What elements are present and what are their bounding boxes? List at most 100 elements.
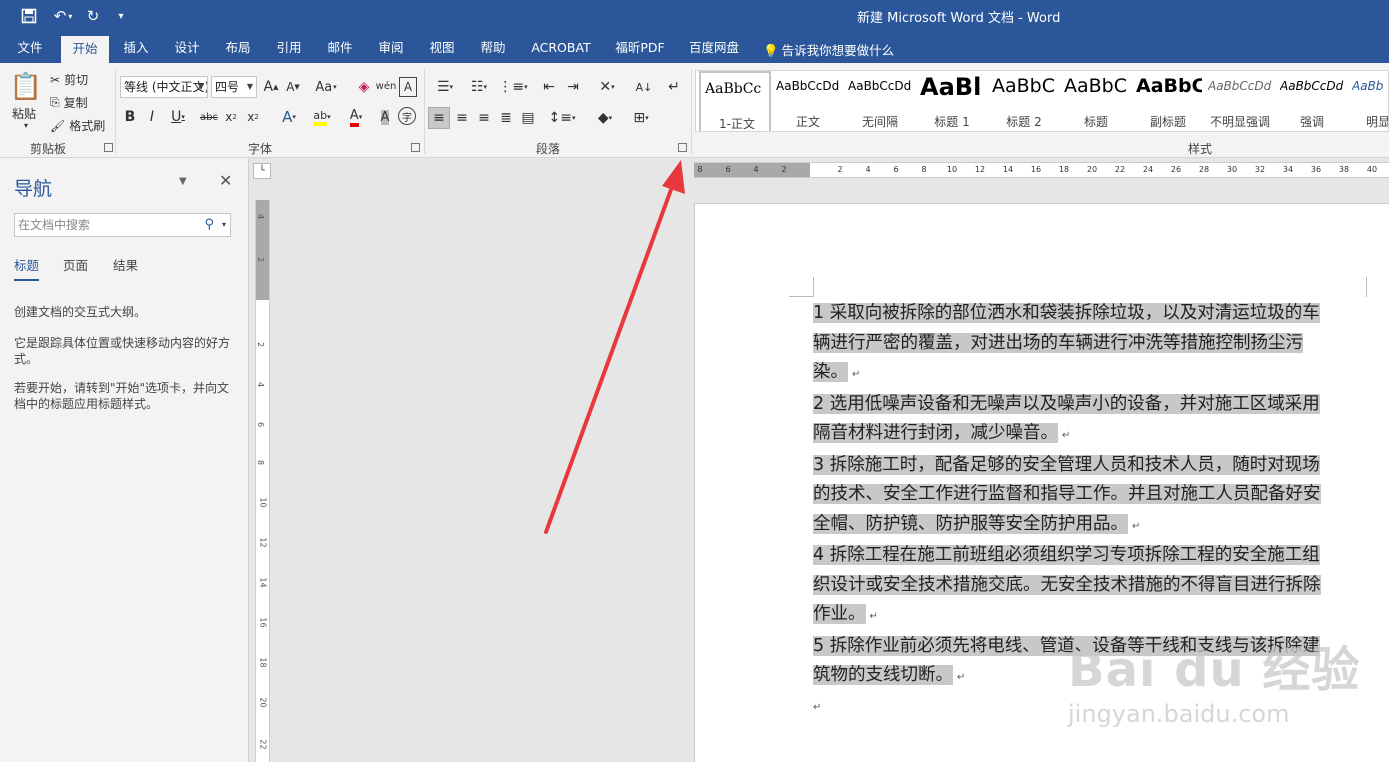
font-name-combo[interactable]: 等线 (中文正文) ▼ [120, 76, 208, 98]
change-case-icon[interactable]: Aa ▾ [312, 77, 340, 97]
tab-results[interactable]: 结果 [113, 255, 138, 274]
tab-mailings[interactable]: 邮件 [320, 33, 360, 63]
ribbon-home: 📋 粘贴 ▾ ✂ 剪切 ⎘ 复制 🖌 格式刷 剪贴板 等线 (中文正文) ▼ 四号 ▼ A… [0, 63, 1389, 158]
tab-acrobat[interactable]: ACROBAT [526, 33, 596, 63]
italic-icon[interactable]: I [144, 107, 160, 127]
redo-icon[interactable]: ↻ [83, 6, 103, 26]
align-left-icon[interactable]: ≡ [428, 107, 450, 129]
line-spacing-icon[interactable]: ↕≡ ▾ [547, 107, 577, 129]
ruler-tick: 18 [258, 657, 268, 668]
paste-button[interactable]: 粘贴 [12, 105, 36, 122]
text-line: 染。 [813, 362, 848, 382]
save-icon[interactable] [18, 6, 40, 26]
close-icon[interactable]: ✕ [219, 171, 232, 190]
style-no-spacing[interactable]: AaBbCcDd 无间隔 [844, 71, 916, 131]
shading-icon[interactable]: ◆ ▾ [590, 107, 620, 129]
distributed-icon[interactable]: ▤ [518, 107, 538, 129]
text-line: 4 拆除工程在施工前班组必须组织学习专项拆除工程的安全施工组 [813, 545, 1320, 565]
ruler-tick: 22 [1114, 165, 1126, 174]
strikethrough-icon[interactable]: abc [198, 107, 220, 127]
undo-icon[interactable]: ↶ ▾ [48, 6, 78, 26]
numbering-icon[interactable]: ☷ ▾ [464, 77, 494, 97]
chevron-down-icon[interactable]: ▾ [222, 214, 226, 236]
cut-button[interactable]: ✂ 剪切 [50, 71, 88, 88]
paragraph[interactable]: 1 采取向被拆除的部位洒水和袋装拆除垃圾，以及对清运垃圾的车 辆进行严密的覆盖，对… [813, 299, 1373, 390]
style-heading-2[interactable]: AaBbC 标题 2 [988, 71, 1060, 131]
tab-baidu-netdisk[interactable]: 百度网盘 [684, 33, 744, 63]
tab-references[interactable]: 引用 [269, 33, 309, 63]
sort-icon[interactable]: A↓ [634, 77, 654, 97]
superscript-icon[interactable]: x2 [244, 107, 262, 127]
tab-pages[interactable]: 页面 [63, 255, 88, 274]
vertical-ruler: 4 2 2 4 6 8 10 12 14 16 18 20 22 [255, 200, 270, 762]
font-launcher-icon[interactable] [411, 143, 420, 152]
style-1-body[interactable]: AaBbCc 1-正文 [699, 71, 771, 131]
paste-dropdown-icon[interactable]: ▾ [24, 121, 28, 130]
paste-icon[interactable]: 📋 [10, 71, 42, 103]
enclose-characters-icon[interactable]: 字 [398, 107, 416, 125]
style-normal[interactable]: AaBbCcDd 正文 [772, 71, 844, 131]
tab-selector-icon[interactable]: └ [253, 163, 271, 179]
style-subtitle[interactable]: AaBbC 副标题 [1132, 71, 1204, 131]
character-shading-icon[interactable]: A [376, 107, 394, 127]
tab-insert[interactable]: 插入 [116, 33, 156, 63]
paragraph[interactable]: 2 选用低噪声设备和无噪声以及噪声小的设备，并对施工区域采用 隔音材料进行封闭，减… [813, 390, 1373, 451]
decrease-indent-icon[interactable]: ⇤ [539, 77, 559, 97]
bold-icon[interactable]: B [122, 107, 138, 127]
paragraph[interactable]: 3 拆除施工时，配备足够的安全管理人员和技术人员，随时对现场 的技术、安全工作进行… [813, 451, 1373, 542]
tell-me-box[interactable]: 💡 告诉我你想要做什么 [763, 40, 894, 59]
tab-headings[interactable]: 标题 [14, 255, 40, 281]
style-intense-emphasis[interactable]: AaBb 明显强 [1348, 71, 1388, 131]
font-size-value: 四号 [215, 80, 240, 94]
increase-indent-icon[interactable]: ⇥ [563, 77, 583, 97]
ruler-tick: 14 [258, 577, 268, 588]
search-icon[interactable]: ⚲ [204, 214, 214, 236]
ruler-tick: 6 [725, 165, 731, 174]
tab-layout[interactable]: 布局 [218, 33, 258, 63]
tab-file[interactable]: 文件 [10, 33, 50, 63]
text-effects-icon[interactable]: A ▾ [275, 107, 303, 127]
paragraph[interactable]: 4 拆除工程在施工前班组必须组织学习专项拆除工程的安全施工组 织设计或安全技术措施… [813, 541, 1373, 632]
subscript-icon[interactable]: x2 [222, 107, 240, 127]
copy-button[interactable]: ⎘ 复制 [50, 94, 88, 111]
font-color-icon[interactable]: A ▾ [342, 107, 370, 127]
bullets-icon[interactable]: ☰ ▾ [430, 77, 460, 97]
ruler-tick: 30 [1226, 165, 1238, 174]
align-center-icon[interactable]: ≡ [452, 107, 472, 129]
search-input[interactable]: 在文档中搜索 ⚲ ▾ [14, 213, 231, 237]
multilevel-list-icon[interactable]: ⋮≡ ▾ [498, 77, 528, 97]
clipboard-launcher-icon[interactable] [104, 143, 113, 152]
tab-help[interactable]: 帮助 [473, 33, 513, 63]
style-emphasis[interactable]: AaBbCcDd 强调 [1276, 71, 1348, 131]
nav-options-icon[interactable]: ▼ [179, 176, 187, 187]
grow-font-icon[interactable]: A ▲ [262, 77, 280, 97]
highlight-color-icon[interactable]: ab ▾ [307, 107, 337, 127]
character-border-icon[interactable]: A [399, 77, 417, 97]
shrink-font-icon[interactable]: A ▼ [284, 77, 302, 97]
style-title[interactable]: AaBbC 标题 [1060, 71, 1132, 131]
phonetic-guide-icon[interactable]: wén [376, 75, 397, 97]
style-heading-1[interactable]: AaBl 标题 1 [916, 71, 988, 131]
justify-icon[interactable]: ≣ [496, 107, 516, 129]
chinese-layout-icon[interactable]: ✕ ▾ [592, 77, 622, 97]
ruler-tick: 34 [1282, 165, 1294, 174]
tab-foxit-pdf[interactable]: 福昕PDF [610, 33, 670, 63]
borders-icon[interactable]: ⊞ ▾ [626, 107, 656, 129]
format-painter-button[interactable]: 🖌 格式刷 [50, 117, 105, 134]
paragraph-mark-icon: ↵ [1062, 430, 1071, 441]
show-hide-marks-icon[interactable]: ↵ [664, 77, 684, 97]
tab-home[interactable]: 开始 [61, 36, 109, 63]
underline-icon[interactable]: U ▾ [166, 107, 190, 127]
style-name: 1-正文 [719, 117, 755, 131]
paragraph-mark-icon: ↵ [869, 611, 878, 622]
tab-review[interactable]: 审阅 [371, 33, 411, 63]
font-size-combo[interactable]: 四号 ▼ [211, 76, 257, 98]
customize-quick-access-icon[interactable]: ▾ [114, 6, 128, 26]
ruler-tick: 6 [256, 421, 266, 428]
copy-icon: ⎘ [50, 95, 60, 109]
align-right-icon[interactable]: ≡ [474, 107, 494, 129]
clear-formatting-icon[interactable]: ◈ [355, 77, 373, 97]
style-subtle-emphasis[interactable]: AaBbCcDd 不明显强调 [1204, 71, 1276, 131]
tab-view[interactable]: 视图 [422, 33, 462, 63]
tab-design[interactable]: 设计 [167, 33, 207, 63]
